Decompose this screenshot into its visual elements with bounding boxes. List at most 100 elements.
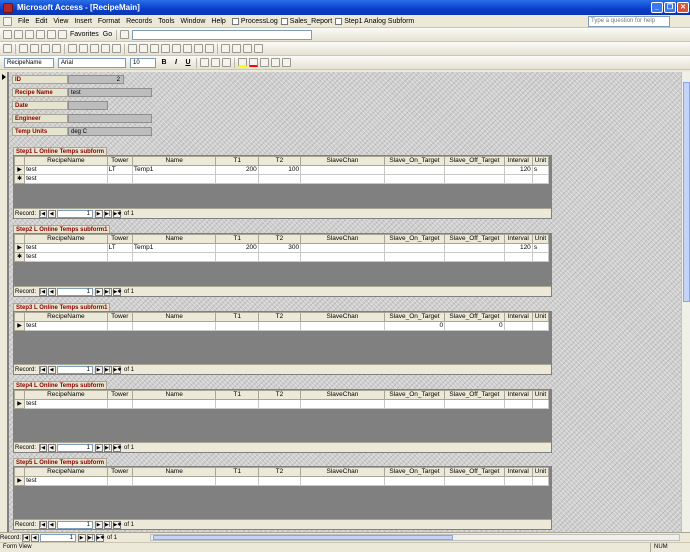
- new-record-button[interactable]: ▶✱: [112, 209, 122, 218]
- new-record-button[interactable]: ▶✱: [112, 287, 122, 296]
- table-cell[interactable]: 200: [215, 243, 259, 253]
- table-cell[interactable]: test: [24, 174, 108, 184]
- column-header[interactable]: SlaveChan: [300, 156, 385, 166]
- previous-record-button[interactable]: ◀: [47, 365, 56, 374]
- format-painter-icon[interactable]: [101, 44, 110, 53]
- database-window-icon[interactable]: [232, 44, 241, 53]
- menu-help[interactable]: Help: [208, 15, 228, 28]
- first-record-button[interactable]: |◀: [38, 520, 47, 529]
- next-record-button[interactable]: ▶: [94, 209, 103, 218]
- horizontal-scrollbar[interactable]: [150, 534, 680, 541]
- table-cell[interactable]: [444, 243, 505, 253]
- underline-button[interactable]: U: [183, 58, 193, 68]
- first-record-button[interactable]: |◀: [38, 365, 47, 374]
- vertical-scroll-thumb[interactable]: [683, 82, 690, 302]
- spelling-icon[interactable]: [52, 44, 61, 53]
- column-header[interactable]: T2: [257, 234, 302, 244]
- column-header[interactable]: SlaveChan: [300, 467, 385, 477]
- close-button[interactable]: ✕: [677, 2, 689, 13]
- column-header[interactable]: T1: [215, 234, 259, 244]
- table-cell[interactable]: [444, 399, 505, 409]
- column-header[interactable]: Slave_Off_Target: [444, 467, 505, 477]
- shortcut-processlog[interactable]: ProcessLog: [231, 17, 278, 25]
- current-record-input[interactable]: 1: [57, 365, 94, 374]
- table-cell[interactable]: [383, 476, 446, 486]
- row-selector[interactable]: ▶: [13, 399, 26, 409]
- vertical-scrollbar[interactable]: [681, 72, 690, 532]
- row-selector[interactable]: ✱: [13, 174, 26, 184]
- table-row[interactable]: ✱ test: [13, 252, 550, 262]
- previous-record-button[interactable]: ◀: [47, 209, 56, 218]
- first-record-button[interactable]: |◀: [38, 443, 47, 452]
- menu-view[interactable]: View: [50, 15, 71, 28]
- column-header[interactable]: T2: [257, 467, 302, 477]
- undo-icon[interactable]: [112, 44, 121, 53]
- table-cell[interactable]: 0: [444, 321, 505, 331]
- column-header[interactable]: RecipeName: [24, 312, 108, 322]
- align-center-icon[interactable]: [211, 58, 220, 67]
- table-cell[interactable]: [300, 252, 385, 262]
- column-header[interactable]: Tower: [106, 234, 133, 244]
- print-preview-icon[interactable]: [41, 44, 50, 53]
- last-record-button[interactable]: ▶|: [86, 533, 95, 542]
- column-header[interactable]: Tower: [106, 467, 133, 477]
- menu-tools[interactable]: Tools: [155, 15, 177, 28]
- copy-icon[interactable]: [79, 44, 88, 53]
- subform-datasheet[interactable]: RecipeName Tower Name T1 T2 SlaveChan Slave_On…: [13, 233, 552, 297]
- first-record-button[interactable]: |◀: [38, 209, 47, 218]
- sort-descending-icon[interactable]: [139, 44, 148, 53]
- column-header[interactable]: T1: [215, 467, 259, 477]
- table-cell[interactable]: [503, 476, 533, 486]
- column-header[interactable]: Slave_Off_Target: [444, 156, 505, 166]
- menu-records[interactable]: Records: [123, 15, 155, 28]
- view-icon[interactable]: [3, 44, 12, 53]
- stop-icon[interactable]: [25, 30, 34, 39]
- row-selector[interactable]: ▶: [13, 165, 26, 175]
- column-header[interactable]: Unit: [531, 156, 550, 166]
- table-row[interactable]: ▶ test 0 0: [13, 321, 550, 331]
- select-all-corner[interactable]: [13, 312, 26, 322]
- table-cell[interactable]: [444, 252, 505, 262]
- object-combo[interactable]: RecipeName: [4, 57, 54, 68]
- fill-color-icon[interactable]: [238, 58, 247, 67]
- last-record-button[interactable]: ▶|: [103, 443, 112, 452]
- table-cell[interactable]: 120: [503, 165, 533, 175]
- access-app-icon[interactable]: [3, 2, 13, 13]
- select-all-corner[interactable]: [13, 390, 26, 400]
- row-selector[interactable]: ✱: [13, 252, 26, 262]
- address-combo[interactable]: [132, 29, 313, 40]
- apply-filter-icon[interactable]: [172, 44, 181, 53]
- column-header[interactable]: SlaveChan: [300, 234, 385, 244]
- column-header[interactable]: T2: [257, 312, 302, 322]
- table-cell[interactable]: test: [24, 476, 108, 486]
- table-cell[interactable]: [503, 252, 533, 262]
- column-header[interactable]: Slave_Off_Target: [444, 312, 505, 322]
- special-effect-icon[interactable]: [282, 58, 291, 67]
- next-record-button[interactable]: ▶: [94, 365, 103, 374]
- table-cell[interactable]: [531, 399, 550, 409]
- column-header[interactable]: Slave_On_Target: [383, 234, 446, 244]
- table-cell[interactable]: [257, 252, 302, 262]
- forward-icon[interactable]: [14, 30, 23, 39]
- table-cell[interactable]: [531, 321, 550, 331]
- column-header[interactable]: Name: [131, 390, 217, 400]
- column-header[interactable]: RecipeName: [24, 156, 108, 166]
- current-record-input[interactable]: 1: [57, 209, 94, 218]
- table-cell[interactable]: 200: [215, 165, 259, 175]
- table-cell[interactable]: [503, 399, 533, 409]
- table-cell[interactable]: [106, 174, 133, 184]
- next-record-button[interactable]: ▶: [94, 443, 103, 452]
- current-record-input[interactable]: 1: [57, 443, 94, 452]
- column-header[interactable]: Slave_Off_Target: [444, 390, 505, 400]
- table-cell[interactable]: [531, 252, 550, 262]
- show-only-web-toolbar-icon[interactable]: [120, 30, 130, 39]
- column-header[interactable]: Unit: [531, 312, 550, 322]
- column-header[interactable]: T1: [215, 156, 259, 166]
- table-cell[interactable]: [257, 174, 302, 184]
- font-combo[interactable]: Arial: [58, 57, 126, 68]
- column-header[interactable]: Interval: [503, 467, 533, 477]
- column-header[interactable]: Interval: [503, 312, 533, 322]
- table-row[interactable]: ✱ test: [13, 174, 550, 184]
- current-record-input[interactable]: 1: [40, 533, 77, 542]
- column-header[interactable]: Tower: [106, 390, 133, 400]
